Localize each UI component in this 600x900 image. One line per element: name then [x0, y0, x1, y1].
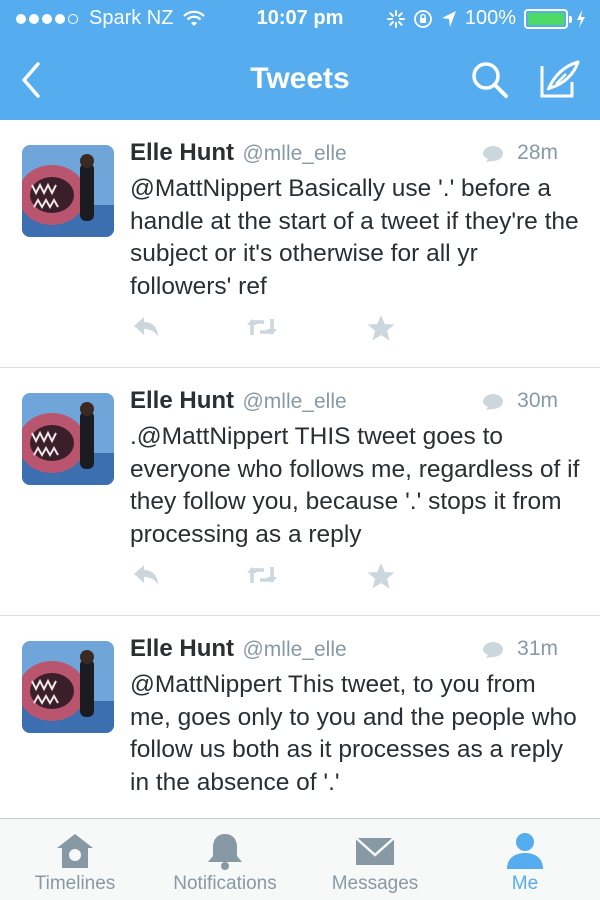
tab-timelines[interactable]: Timelines [0, 819, 150, 900]
tweet-age: 30m [517, 389, 558, 412]
compose-tweet-button[interactable] [534, 56, 582, 104]
tab-me[interactable]: Me [450, 819, 600, 900]
tab-label: Me [511, 873, 539, 894]
author-name[interactable]: Elle Hunt [130, 387, 234, 414]
star-icon [367, 315, 395, 341]
author-handle[interactable]: @mlle_elle [242, 390, 346, 413]
tweet-header: Elle Hunt @mlle_elle 30m [130, 387, 580, 421]
avatar[interactable] [22, 145, 114, 237]
tweet-text: @MattNippert This tweet, to you from me,… [130, 671, 577, 796]
retweet-button[interactable] [244, 313, 278, 343]
conversation-bubble-icon [483, 642, 503, 658]
compose-quill-icon [540, 60, 580, 98]
tweet-header: Elle Hunt @mlle_elle 31m [130, 635, 580, 669]
bell-icon [208, 834, 242, 870]
tweet-actions [130, 561, 430, 597]
author-name[interactable]: Elle Hunt [130, 635, 234, 662]
status-bar: Spark NZ 10:07 pm 100% [0, 0, 600, 40]
reply-icon [134, 317, 158, 337]
search-icon [472, 62, 508, 98]
battery-icon [524, 8, 572, 29]
author-name[interactable]: Elle Hunt [130, 139, 234, 166]
tweet-text: @MattNippert Basically use '.' before a … [130, 175, 579, 300]
battery-percent: 100% [464, 7, 516, 29]
tab-bar: Timelines Notifications Messages Me [0, 818, 600, 900]
tab-notifications[interactable]: Notifications [150, 819, 300, 900]
navigation-bar: Tweets [0, 40, 600, 120]
favorite-button[interactable] [366, 561, 400, 591]
tweet-item[interactable]: Elle Hunt @mlle_elle 28m @MattNippert Ba… [0, 121, 600, 368]
tab-label: Timelines [34, 873, 116, 894]
avatar[interactable] [22, 641, 114, 733]
tab-label: Notifications [173, 873, 277, 894]
conversation-bubble-icon [483, 146, 503, 162]
favorite-button[interactable] [366, 313, 400, 343]
status-right: 100% [379, 7, 586, 30]
retweet-icon [247, 567, 277, 583]
tab-label: Messages [331, 873, 419, 894]
person-icon [507, 833, 543, 869]
top-bar: Spark NZ 10:07 pm 100% Tweets [0, 0, 600, 120]
tweet-age: 28m [517, 141, 558, 164]
rotation-lock-icon [413, 9, 432, 28]
search-button[interactable] [468, 58, 512, 102]
tweet-text: .@MattNippert THIS tweet goes to everyon… [130, 423, 580, 548]
author-handle[interactable]: @mlle_elle [242, 638, 346, 661]
reply-icon [134, 565, 158, 585]
tweet-item[interactable]: Elle Hunt @mlle_elle 31m @MattNippert Th… [0, 617, 600, 818]
tab-messages[interactable]: Messages [300, 819, 450, 900]
avatar[interactable] [22, 393, 114, 485]
tweet-actions [130, 313, 430, 349]
envelope-icon [355, 837, 395, 865]
star-icon [367, 563, 395, 589]
activity-spinner-icon [386, 9, 405, 28]
author-handle[interactable]: @mlle_elle [242, 142, 346, 165]
home-icon [57, 834, 93, 868]
retweet-icon [247, 319, 277, 335]
tweet-item[interactable]: Elle Hunt @mlle_elle 30m .@MattNippert T… [0, 369, 600, 616]
reply-button[interactable] [130, 313, 164, 343]
tweet-header: Elle Hunt @mlle_elle 28m [130, 139, 580, 173]
charging-bolt-icon [577, 9, 585, 28]
reply-button[interactable] [130, 561, 164, 591]
location-arrow-icon [441, 10, 456, 27]
tweet-age: 31m [517, 637, 558, 660]
retweet-button[interactable] [244, 561, 278, 591]
conversation-bubble-icon [483, 394, 503, 410]
